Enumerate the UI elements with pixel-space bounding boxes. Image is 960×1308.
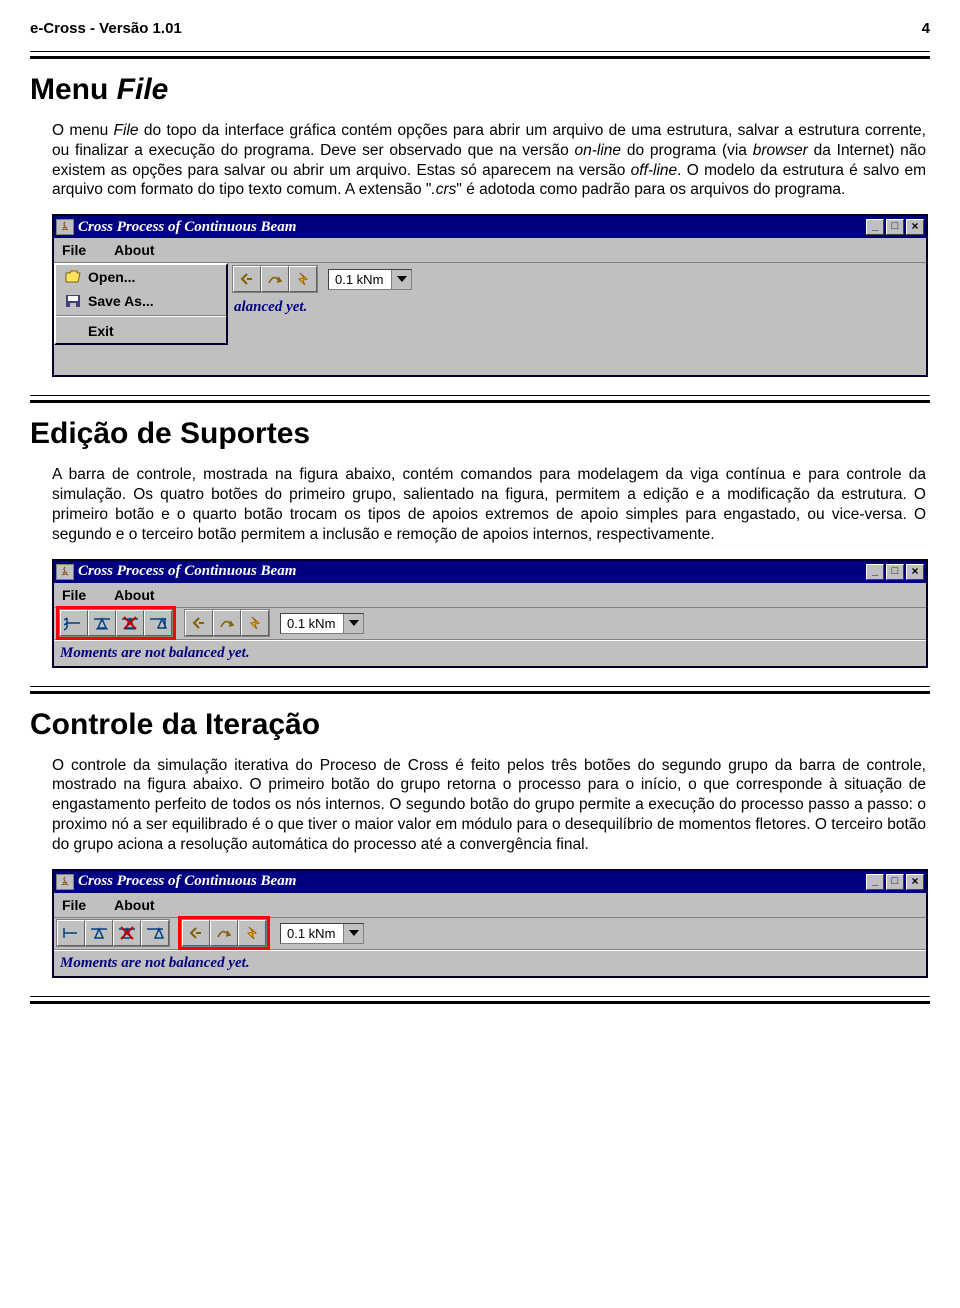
- divider: [30, 686, 930, 687]
- left-support-toggle-button[interactable]: [60, 610, 88, 636]
- menubar: File About: [54, 238, 926, 263]
- dropdown-arrow-icon: [391, 270, 411, 289]
- dropdown-arrow-icon: [343, 614, 363, 633]
- dropdown-arrow-icon: [343, 924, 363, 943]
- window-title: Cross Process of Continuous Beam: [78, 219, 866, 236]
- maximize-button[interactable]: □: [886, 874, 904, 890]
- toolbar-group-iteration: [184, 609, 270, 637]
- add-support-button[interactable]: [88, 610, 116, 636]
- menu-item-save-as[interactable]: Save As...: [56, 289, 226, 313]
- toolbar-group-iteration: [232, 265, 318, 293]
- divider: [30, 51, 930, 52]
- solve-button[interactable]: [241, 610, 269, 636]
- reset-button[interactable]: [233, 266, 261, 292]
- status-text: Moments are not balanced yet.: [54, 640, 926, 666]
- menu-file[interactable]: File: [62, 587, 86, 603]
- save-icon: [64, 293, 82, 309]
- close-button[interactable]: ×: [906, 219, 924, 235]
- section-heading-suportes: Edição de Suportes: [30, 417, 930, 451]
- maximize-button[interactable]: □: [886, 219, 904, 235]
- minimize-button[interactable]: _: [866, 874, 884, 890]
- window-titlebar: Cross Process of Continuous Beam _ □ ×: [54, 871, 926, 893]
- status-text: Moments are not balanced yet.: [54, 950, 926, 976]
- screenshot-iteration-toolbar: Cross Process of Continuous Beam _ □ × F…: [52, 869, 928, 978]
- reset-button[interactable]: [182, 920, 210, 946]
- unit-selector[interactable]: 0.1 kNm: [328, 269, 412, 290]
- divider: [30, 691, 930, 694]
- solve-button[interactable]: [238, 920, 266, 946]
- divider: [30, 395, 930, 396]
- menu-item-open[interactable]: Open...: [56, 265, 226, 289]
- screenshot-support-toolbar: Cross Process of Continuous Beam _ □ × F…: [52, 559, 928, 668]
- add-support-button[interactable]: [85, 920, 113, 946]
- menubar: File About: [54, 893, 926, 918]
- toolbar: 0.1 kNm: [54, 608, 926, 640]
- right-support-toggle-button[interactable]: [141, 920, 169, 946]
- section2-body: A barra de controle, mostrada na figura …: [30, 465, 930, 544]
- status-text-clipped: alanced yet.: [228, 295, 313, 320]
- solve-button[interactable]: [289, 266, 317, 292]
- divider: [30, 1001, 930, 1004]
- menubar: File About: [54, 583, 926, 608]
- close-button[interactable]: ×: [906, 874, 924, 890]
- file-dropdown: Open... Save As... Exit: [54, 263, 228, 345]
- left-support-toggle-button[interactable]: [57, 920, 85, 946]
- unit-selector[interactable]: 0.1 kNm: [280, 613, 364, 634]
- menu-about[interactable]: About: [114, 897, 154, 913]
- highlighted-support-group: [56, 606, 176, 640]
- java-icon: [56, 564, 74, 580]
- window-titlebar: Cross Process of Continuous Beam _ □ ×: [54, 216, 926, 238]
- right-support-toggle-button[interactable]: [144, 610, 172, 636]
- doc-title: e-Cross - Versão 1.01: [30, 20, 182, 37]
- highlighted-iteration-group: [178, 916, 270, 950]
- step-button[interactable]: [213, 610, 241, 636]
- section-heading-iteracao: Controle da Iteração: [30, 708, 930, 742]
- remove-support-button[interactable]: [116, 610, 144, 636]
- unit-selector[interactable]: 0.1 kNm: [280, 923, 364, 944]
- menu-about[interactable]: About: [114, 587, 154, 603]
- menu-file[interactable]: File: [62, 897, 86, 913]
- window-titlebar: Cross Process of Continuous Beam _ □ ×: [54, 561, 926, 583]
- section-heading-menu-file: Menu File: [30, 73, 930, 107]
- window-title: Cross Process of Continuous Beam: [78, 873, 866, 890]
- section1-body: O menu File do topo da interface gráfica…: [30, 121, 930, 200]
- window-title: Cross Process of Continuous Beam: [78, 563, 866, 580]
- step-button[interactable]: [210, 920, 238, 946]
- menu-about[interactable]: About: [114, 242, 154, 258]
- minimize-button[interactable]: _: [866, 564, 884, 580]
- reset-button[interactable]: [185, 610, 213, 636]
- divider: [30, 996, 930, 997]
- page-header: e-Cross - Versão 1.01 4: [30, 20, 930, 37]
- minimize-button[interactable]: _: [866, 219, 884, 235]
- step-button[interactable]: [261, 266, 289, 292]
- java-icon: [56, 874, 74, 890]
- menu-item-exit[interactable]: Exit: [56, 319, 226, 343]
- menu-file[interactable]: File: [62, 242, 86, 258]
- toolbar-group-supports: [56, 919, 170, 947]
- open-folder-icon: [64, 269, 82, 285]
- section3-body: O controle da simulação iterativa do Pro…: [30, 756, 930, 855]
- divider: [30, 400, 930, 403]
- screenshot-file-menu: Cross Process of Continuous Beam _ □ × F…: [52, 214, 928, 377]
- java-icon: [56, 219, 74, 235]
- remove-support-button[interactable]: [113, 920, 141, 946]
- page-number: 4: [922, 20, 930, 37]
- toolbar: 0.1 kNm: [54, 918, 926, 950]
- maximize-button[interactable]: □: [886, 564, 904, 580]
- divider: [30, 56, 930, 59]
- close-button[interactable]: ×: [906, 564, 924, 580]
